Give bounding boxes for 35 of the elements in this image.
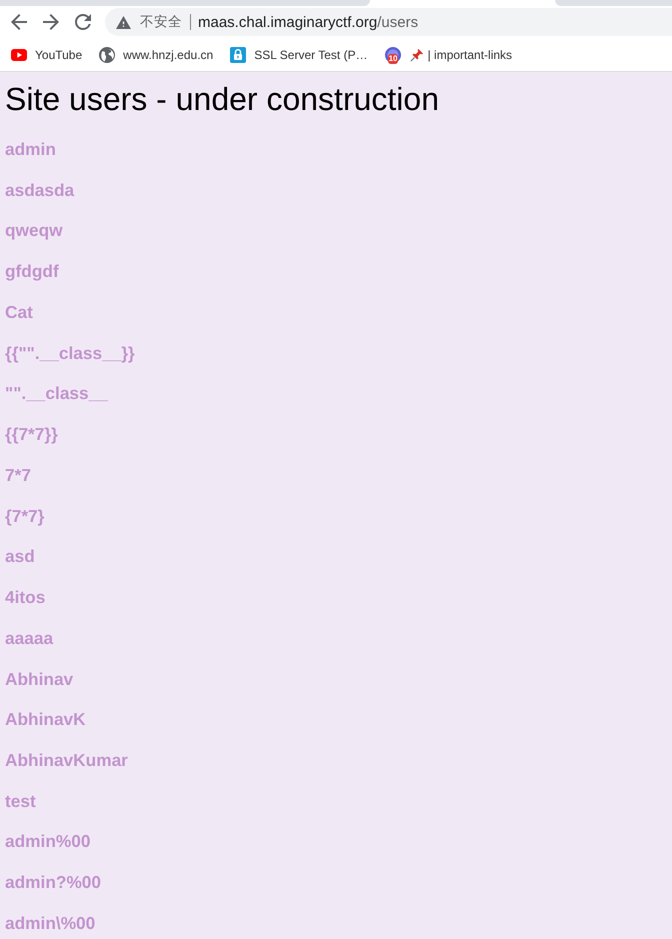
user-name: AbhinavK xyxy=(5,708,86,730)
user-name: "".__class__ xyxy=(5,382,108,404)
user-name: asdasda xyxy=(5,178,74,201)
user-name: admin xyxy=(5,138,56,160)
user-name: 7*7 xyxy=(5,464,31,486)
user-name: {{7*7}} xyxy=(5,423,58,446)
user-name: AbhinavKumar xyxy=(5,749,128,772)
user-name: admin?%00 xyxy=(5,871,102,894)
user-name: gfdgdf xyxy=(5,260,59,282)
user-name: qweqw xyxy=(5,219,63,242)
warning-icon xyxy=(116,16,131,28)
user-name: {{"".__class__}} xyxy=(5,342,135,364)
bookmark-item[interactable]: www.hnzj.edu.cn xyxy=(93,42,220,68)
address-bar[interactable]: 不安全 maas.chal.imaginaryctf.org/users xyxy=(105,8,672,36)
globe-icon xyxy=(99,46,116,62)
url-text: maas.chal.imaginaryctf.org/users xyxy=(198,14,418,30)
arrow-left-icon xyxy=(11,14,27,30)
user-name: aaaaa xyxy=(5,626,54,649)
user-name: Cat xyxy=(5,300,33,323)
user-name: admin\%00 xyxy=(5,912,96,934)
padlock-icon xyxy=(230,46,246,62)
page-heading: Site users - under construction xyxy=(5,81,439,118)
user-name: {7*7} xyxy=(5,504,44,527)
user-name: admin%00 xyxy=(5,830,90,852)
user-name: asd xyxy=(5,545,35,568)
play-icon xyxy=(11,48,27,60)
user-name: Abhinav xyxy=(5,668,74,690)
bookmark-item[interactable]: 10 | important-links xyxy=(378,42,518,68)
bookmark-item[interactable]: SSL Server Test (P… xyxy=(224,42,374,68)
user-name: test xyxy=(5,790,36,812)
reload-icon xyxy=(75,14,91,30)
arrow-right-icon xyxy=(43,14,59,30)
security-label: 不安全 xyxy=(140,13,182,31)
bookmark-item[interactable]: YouTube xyxy=(5,42,88,68)
user-name: 4itos xyxy=(5,586,46,608)
